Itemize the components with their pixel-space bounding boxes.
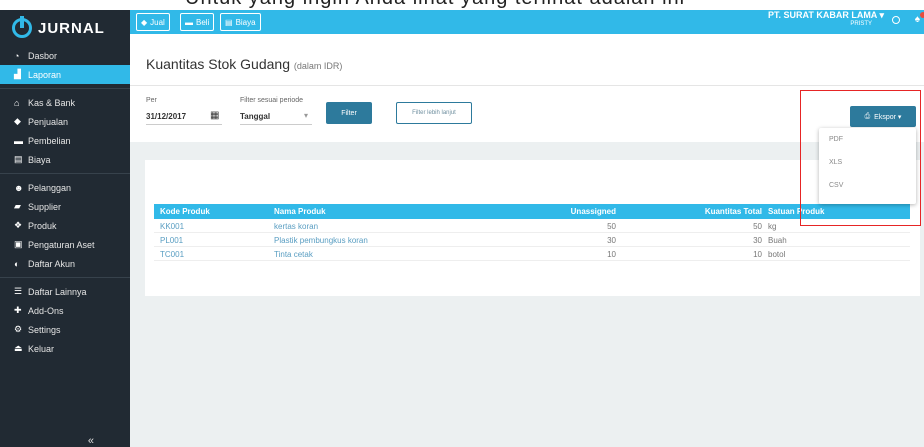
puzzle-icon: ✚ xyxy=(14,305,22,315)
sidebar-item-daftar-lainnya[interactable]: ☰ Daftar Lainnya xyxy=(0,282,130,301)
unassigned-value: 30 xyxy=(607,236,616,245)
product-name-link[interactable]: Tinta cetak xyxy=(274,250,313,259)
sidebar-item-settings[interactable]: ⚙ Settings xyxy=(0,320,130,339)
period-underline xyxy=(240,124,312,125)
header-kode-produk[interactable]: Kode Produk xyxy=(160,207,210,216)
jurnal-logo-icon xyxy=(12,16,32,38)
box-icon: ❖ xyxy=(14,220,23,230)
date-underline xyxy=(146,124,222,125)
unit-value: kg xyxy=(768,222,777,231)
unassigned-value: 10 xyxy=(607,250,616,259)
page-subtitle: (dalam IDR) xyxy=(293,61,343,71)
period-label: Filter sesuai periode xyxy=(240,97,304,104)
total-quantity-value: 10 xyxy=(753,250,762,259)
product-name-link[interactable]: Plastik pembungkus koran xyxy=(274,236,368,245)
sidebar-item-dasbor[interactable]: ◔ Dasbor xyxy=(0,46,130,65)
page-title: Kuantitas Stok Gudang (dalam IDR) xyxy=(146,56,343,72)
users-icon: ☻ xyxy=(14,182,24,193)
collapse-sidebar-button[interactable]: « xyxy=(88,435,94,447)
bank-icon: ⌂ xyxy=(14,97,20,108)
sidebar-item-daftar-akun[interactable]: ◐ Daftar Akun xyxy=(0,254,130,273)
unit-value: botol xyxy=(768,250,786,259)
top-caption-strip: Untuk yang ingin Anda lihat yang terliha… xyxy=(0,0,924,10)
list-icon: ☰ xyxy=(14,286,23,296)
unit-value: Buah xyxy=(768,236,787,245)
stock-table: Kode Produk Nama Produk Unassigned Kuant… xyxy=(154,204,910,261)
table-row: TC001 Tinta cetak 10 10 botol xyxy=(154,247,910,261)
receipt-icon: ▤ xyxy=(225,17,233,27)
sidebar-item-penjualan[interactable]: ◆ Penjualan xyxy=(0,112,130,131)
logout-icon: ⏏ xyxy=(14,343,23,353)
filter-button[interactable]: Filter xyxy=(326,102,372,124)
card-icon: ▬ xyxy=(14,135,23,146)
jual-button[interactable]: ◆ Jual xyxy=(136,13,170,31)
product-code-link[interactable]: TC001 xyxy=(160,250,184,259)
user-name: PRISTY xyxy=(850,21,872,27)
account-icon: ◐ xyxy=(14,258,20,269)
truck-icon: ▰ xyxy=(14,201,21,211)
total-quantity-value: 30 xyxy=(753,236,762,245)
sidebar: JURNAL ◔ Dasbor ▟ Laporan ⌂ Kas & Bank ◆ Pen… xyxy=(0,10,130,447)
brand-logo[interactable]: JURNAL xyxy=(0,10,130,46)
receipt-icon: ▤ xyxy=(14,154,23,164)
company-menu[interactable]: PT. SURAT KABAR LAMA ▾ PRISTY xyxy=(768,10,884,27)
beli-button[interactable]: ▬ Beli xyxy=(180,13,215,31)
product-code-link[interactable]: KK001 xyxy=(160,222,184,231)
product-code-link[interactable]: PL001 xyxy=(160,236,183,245)
sidebar-item-biaya[interactable]: ▤ Biaya xyxy=(0,150,130,169)
calendar-icon[interactable]: ▦ xyxy=(210,110,219,121)
sidebar-item-keluar[interactable]: ⏏ Keluar xyxy=(0,339,130,358)
asset-icon: ▣ xyxy=(14,239,23,249)
table-row: KK001 kertas koran 50 50 kg xyxy=(154,219,910,233)
chevron-down-icon: ▾ xyxy=(304,111,309,120)
chart-icon: ▟ xyxy=(14,69,21,79)
unassigned-value: 50 xyxy=(607,222,616,231)
header-nama-produk[interactable]: Nama Produk xyxy=(274,207,326,216)
product-name-link[interactable]: kertas koran xyxy=(274,222,318,231)
table-row: PL001 Plastik pembungkus koran 30 30 Bua… xyxy=(154,233,910,247)
clock-icon[interactable] xyxy=(892,16,900,24)
dashboard-icon: ◔ xyxy=(14,50,20,61)
sidebar-item-kas-bank[interactable]: ⌂ Kas & Bank xyxy=(0,93,130,112)
page-header: Kuantitas Stok Gudang (dalam IDR) xyxy=(130,34,924,86)
sidebar-item-pelanggan[interactable]: ☻ Pelanggan xyxy=(0,178,130,197)
sidebar-item-pengaturan-aset[interactable]: ▣ Pengaturan Aset xyxy=(0,235,130,254)
total-quantity-value: 50 xyxy=(753,222,762,231)
caption-text: Untuk yang ingin Anda lihat yang terliha… xyxy=(185,0,685,10)
biaya-button[interactable]: ▤ Biaya xyxy=(220,13,261,31)
sidebar-item-produk[interactable]: ❖ Produk xyxy=(0,216,130,235)
sidebar-item-laporan[interactable]: ▟ Laporan xyxy=(0,65,130,84)
sidebar-item-pembelian[interactable]: ▬ Pembelian xyxy=(0,131,130,150)
tag-icon: ◆ xyxy=(14,116,21,126)
per-label: Per xyxy=(146,97,157,104)
gear-icon: ⚙ xyxy=(14,324,23,334)
top-bar: ◆ Jual ▬ Beli ▤ Biaya PT. SURAT KABAR LAMA … xyxy=(130,10,924,34)
card-icon: ▬ xyxy=(185,17,193,27)
sidebar-item-add-ons[interactable]: ✚ Add-Ons xyxy=(0,301,130,320)
table-header: Kode Produk Nama Produk Unassigned Kuant… xyxy=(154,204,910,219)
sidebar-item-supplier[interactable]: ▰ Supplier xyxy=(0,197,130,216)
header-unassigned[interactable]: Unassigned xyxy=(571,207,616,216)
more-filter-button[interactable]: Filter lebih lanjut xyxy=(396,102,472,124)
period-select[interactable]: Tanggal xyxy=(240,112,270,121)
highlight-box xyxy=(800,90,921,226)
divider xyxy=(0,173,130,174)
company-name: PT. SURAT KABAR LAMA ▾ xyxy=(767,10,884,20)
date-input[interactable]: 31/12/2017 xyxy=(146,112,186,121)
brand-name: JURNAL xyxy=(38,19,105,37)
divider xyxy=(0,277,130,278)
notification-icon[interactable]: ♠ xyxy=(915,12,924,25)
tag-icon: ◆ xyxy=(141,17,148,27)
header-kuantitas-total[interactable]: Kuantitas Total xyxy=(705,207,762,216)
divider xyxy=(0,88,130,89)
